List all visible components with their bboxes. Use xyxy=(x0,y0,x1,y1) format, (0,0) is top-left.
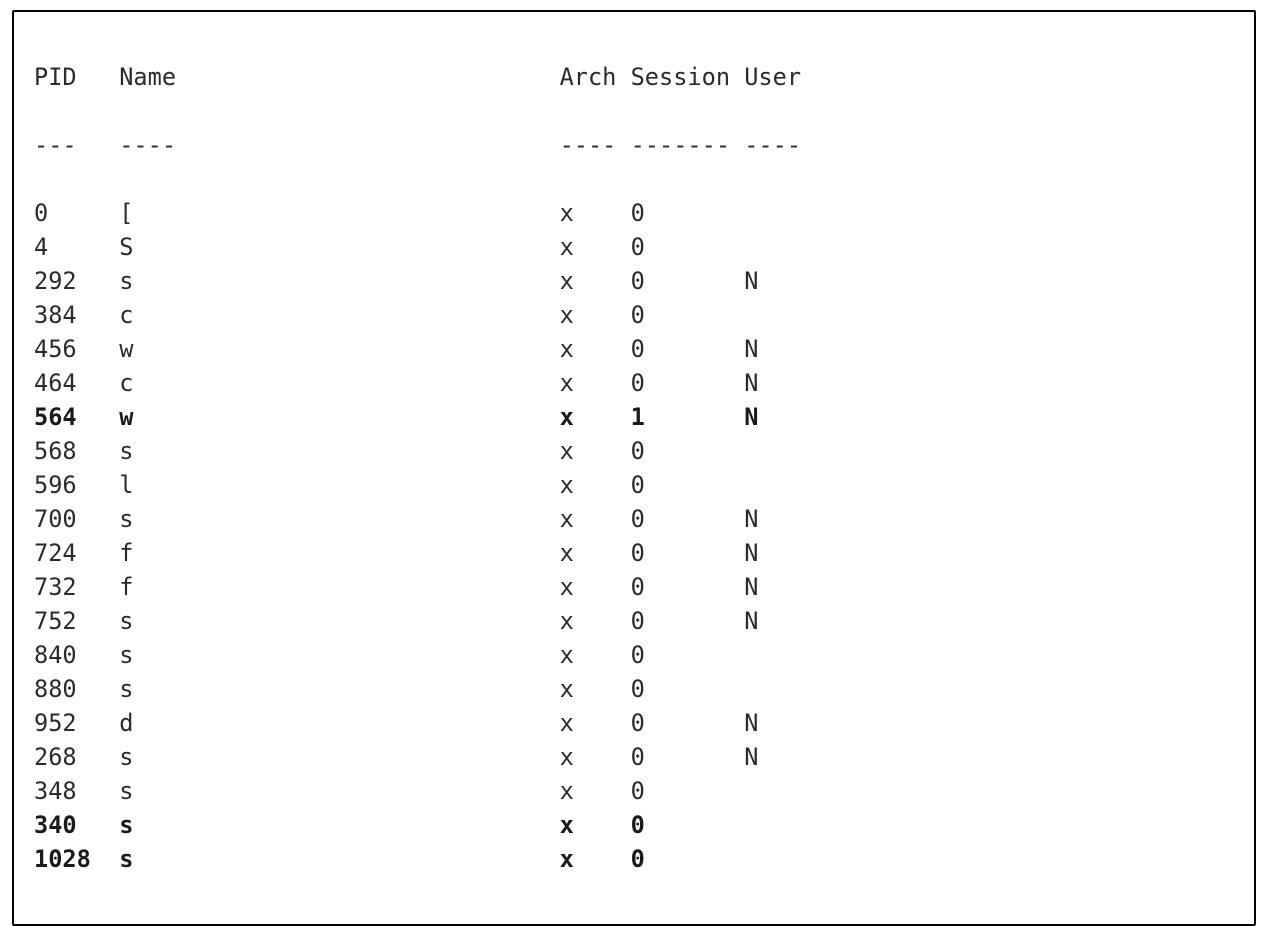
table-row: 724 f x 0 N xyxy=(34,536,1234,570)
table-row: 596 l x 0 xyxy=(34,468,1234,502)
table-row: 732 f x 0 N xyxy=(34,570,1234,604)
table-row: 0 [ x 0 xyxy=(34,196,1234,230)
table-row: 952 d x 0 N xyxy=(34,706,1234,740)
table-header-underline: --- ---- ---- ------- ---- xyxy=(34,128,1234,162)
table-row: 564 w x 1 N xyxy=(34,400,1234,434)
table-row: 4 S x 0 xyxy=(34,230,1234,264)
table-row: 880 s x 0 xyxy=(34,672,1234,706)
table-row: 464 c x 0 N xyxy=(34,366,1234,400)
table-row: 292 s x 0 N xyxy=(34,264,1234,298)
process-list-terminal: PID Name Arch Session User --- ---- ----… xyxy=(12,10,1256,926)
table-header-row: PID Name Arch Session User xyxy=(34,60,1234,94)
table-row: 752 s x 0 N xyxy=(34,604,1234,638)
table-row: 700 s x 0 N xyxy=(34,502,1234,536)
table-body: 0 [ x 0 4 S x 0 292 s x 0 N384 c x 0 xyxy=(34,196,1234,876)
table-row: 348 s x 0 xyxy=(34,774,1234,808)
table-row: 568 s x 0 xyxy=(34,434,1234,468)
table-row: 456 w x 0 N xyxy=(34,332,1234,366)
table-row: 340 s x 0 xyxy=(34,808,1234,842)
table-row: 384 c x 0 xyxy=(34,298,1234,332)
table-row: 840 s x 0 xyxy=(34,638,1234,672)
table-row: 1028 s x 0 xyxy=(34,842,1234,876)
table-row: 268 s x 0 N xyxy=(34,740,1234,774)
